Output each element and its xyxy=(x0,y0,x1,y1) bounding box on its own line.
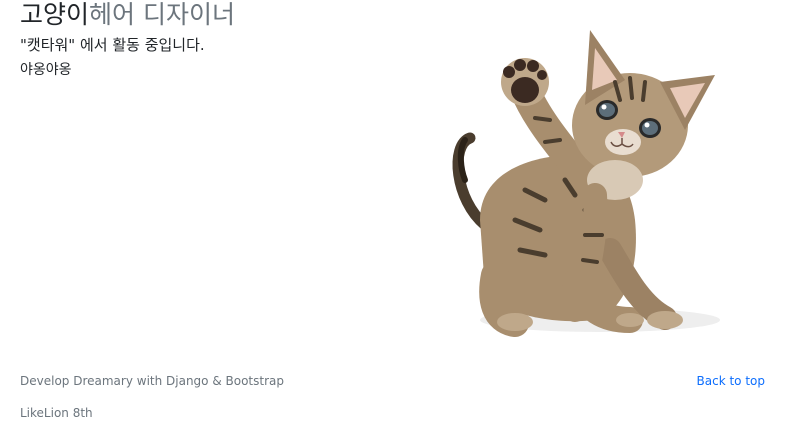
hero-title-muted: 헤어 디자이너 xyxy=(89,0,235,29)
hero-title: 고양이헤어 디자이너 xyxy=(20,0,235,30)
hero-text: 고양이헤어 디자이너 "캣타워" 에서 활동 중입니다. 야옹야옹 xyxy=(20,0,235,80)
hero-subtext: 야옹야옹 xyxy=(20,62,72,78)
footer-team: LikeLion 8th xyxy=(20,406,93,420)
hero-title-strong: 고양이 xyxy=(20,0,90,29)
page: 고양이헤어 디자이너 "캣타워" 에서 활동 중입니다. 야옹야옹 Develo… xyxy=(0,0,798,425)
hero-lead: "캣타워" 에서 활동 중입니다. xyxy=(20,36,205,54)
kitten-image xyxy=(452,30,720,337)
back-to-top-link[interactable]: Back to top xyxy=(697,373,765,389)
footer-credit: Develop Dreamary with Django & Bootstrap xyxy=(20,374,284,388)
